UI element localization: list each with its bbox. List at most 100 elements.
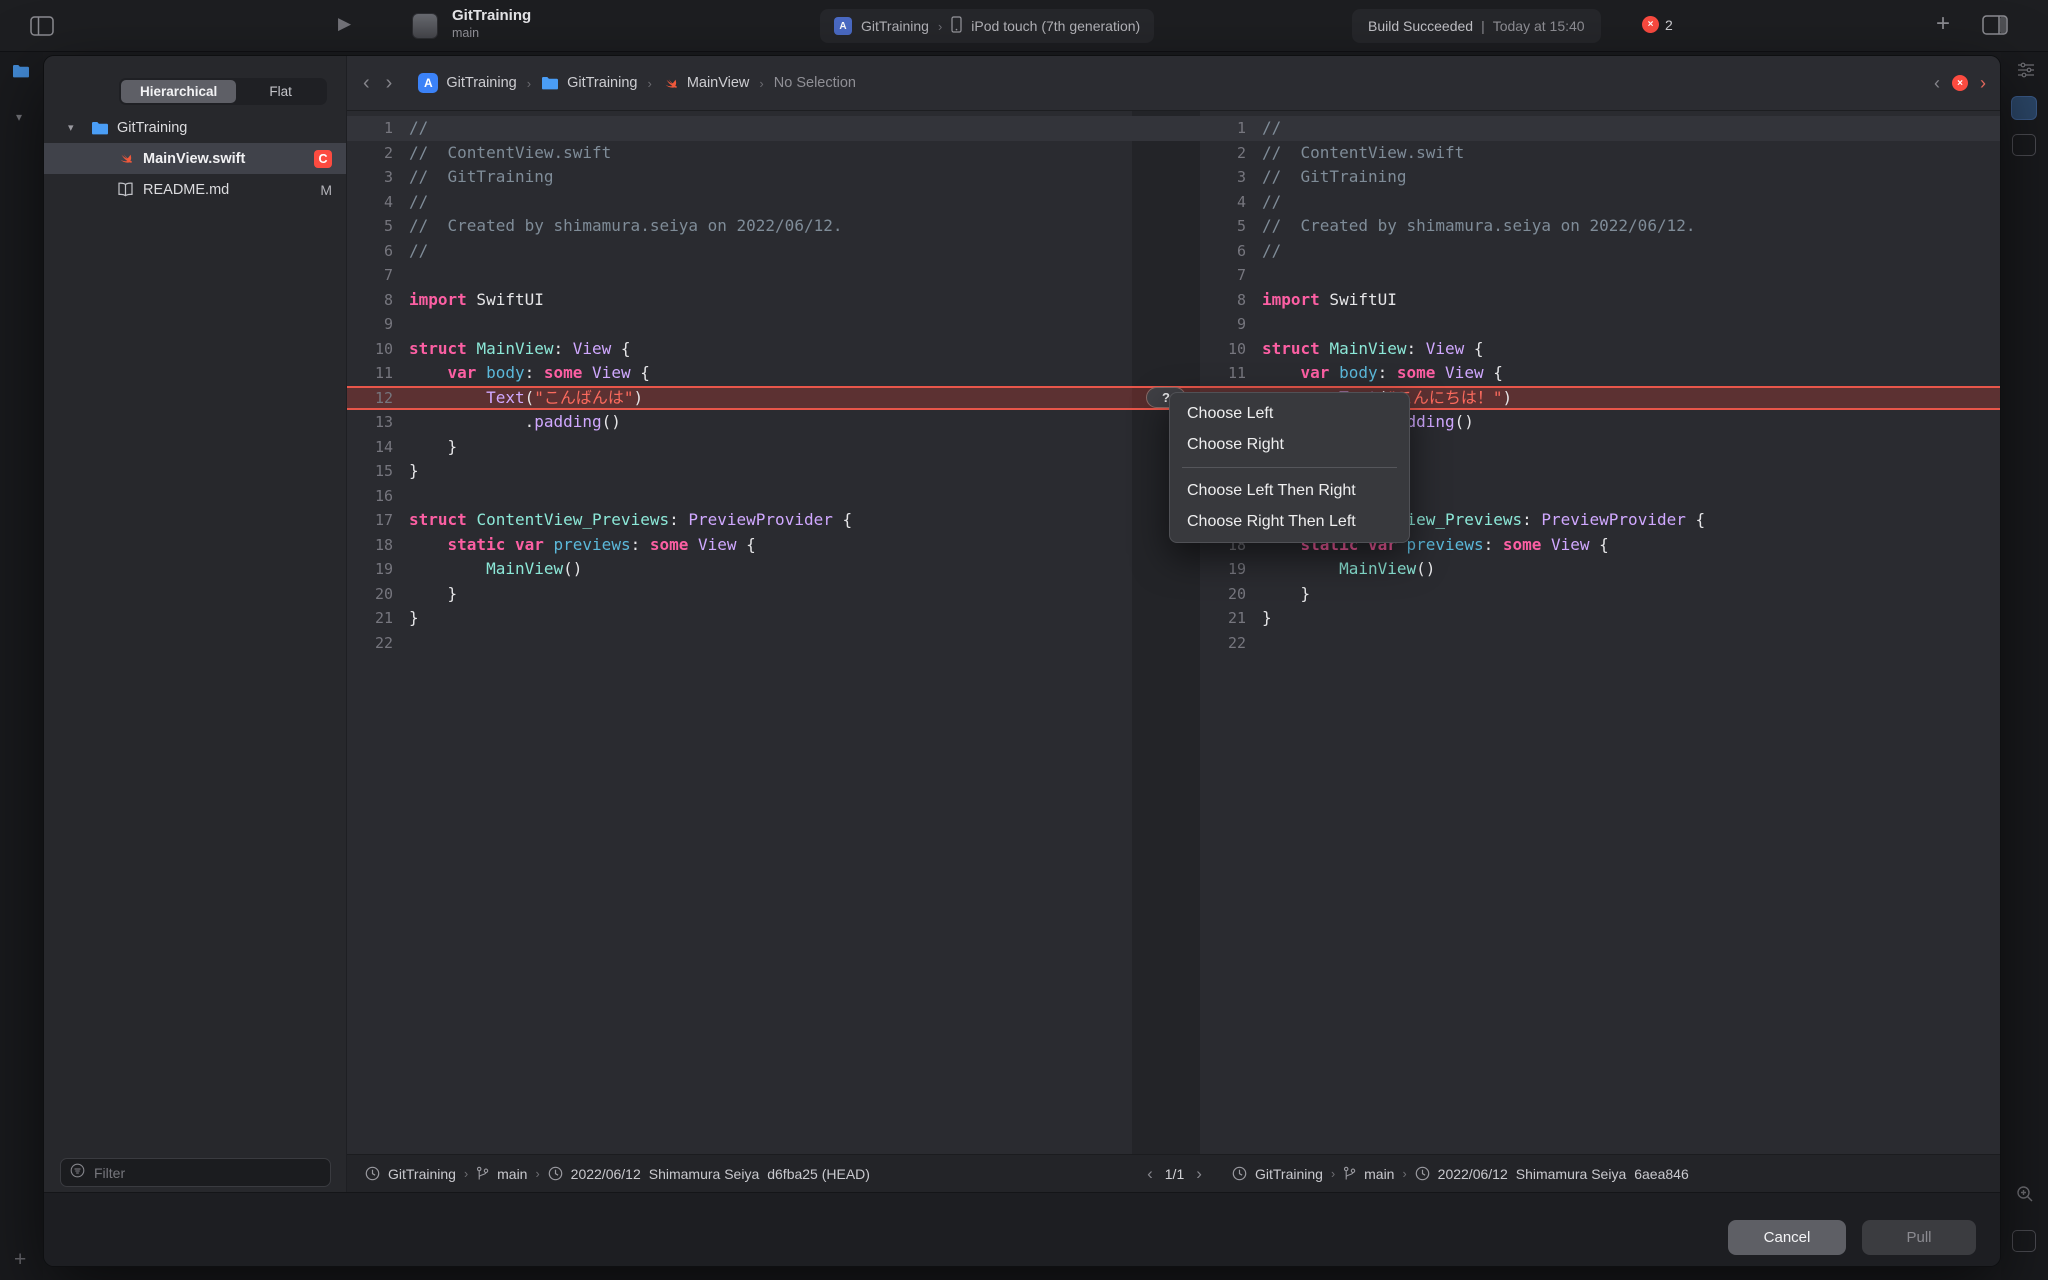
jumpbar-crumb[interactable]: MainView (687, 75, 750, 91)
editor-pane-right[interactable]: 1//2// ContentView.swift 3// GitTraining 4… (1200, 111, 2000, 1154)
code-line: 18 static var previews: some View { (347, 533, 1132, 558)
chevron-sep-icon: › (937, 18, 943, 34)
chevron-sep-icon: › (1330, 1166, 1336, 1181)
inspector-active-icon[interactable] (2011, 96, 2037, 120)
line-number: 21 (374, 609, 393, 627)
scheme-branch: main (452, 26, 480, 40)
diff-editor-area: 1//2// ContentView.swift 3// GitTraining 4… (347, 111, 2000, 1154)
segment-flat[interactable]: Flat (236, 80, 325, 103)
file-row-mainview.swift[interactable]: MainView.swift C (44, 143, 346, 174)
left-commit-date: 2022/06/12 (570, 1165, 641, 1182)
next-issue-icon[interactable]: › (1980, 73, 1986, 94)
destination-project: GitTraining (861, 18, 929, 34)
jumpbar-crumb[interactable]: No Selection (774, 75, 856, 91)
inspector-icon[interactable] (2012, 134, 2036, 156)
left-branch[interactable]: main (497, 1166, 527, 1182)
app-icon: A (418, 73, 439, 93)
destination-device: iPod touch (7th generation) (971, 18, 1141, 34)
line-number: 20 (1227, 584, 1246, 603)
file-row-gittraining[interactable]: ▾ GitTraining (44, 112, 346, 143)
pager-prev-icon[interactable]: ‹ (1147, 1164, 1153, 1184)
error-count-badge[interactable]: × 2 (1642, 16, 1673, 33)
error-icon: × (1642, 16, 1659, 33)
line-number: 19 (1227, 560, 1246, 578)
line-number: 9 (1236, 315, 1246, 333)
run-button[interactable]: ▶ (338, 14, 351, 34)
folder-icon (541, 76, 559, 90)
segment-hierarchical[interactable]: Hierarchical (121, 80, 237, 103)
toolbar: ▶ GitTraining main A GitTraining › iPod … (0, 0, 2048, 52)
folder-icon (90, 121, 109, 135)
line-number: 11 (374, 364, 393, 382)
editor-options-icon[interactable] (1982, 15, 2008, 40)
code-line: 4// (1200, 190, 2000, 215)
menu-item-choose-left[interactable]: Choose Left (1170, 398, 1409, 429)
menu-item-choose-right-then-left[interactable]: Choose Right Then Left (1170, 506, 1409, 537)
disclosure-chevron-icon[interactable]: ▾ (16, 110, 22, 124)
pager-next-icon[interactable]: › (1196, 1164, 1202, 1184)
line-number: 6 (1236, 241, 1246, 260)
line-number: 11 (1227, 364, 1246, 382)
run-destination[interactable]: A GitTraining › iPod touch (7th generati… (820, 9, 1155, 43)
code-line: 11 var body: some View { (1200, 361, 2000, 386)
menu-item-choose-right[interactable]: Choose Right (1170, 429, 1409, 460)
cancel-button[interactable]: Cancel (1728, 1220, 1846, 1255)
line-number: 18 (374, 535, 393, 554)
jumpbar-crumb[interactable]: GitTraining (567, 75, 637, 91)
right-commit-info: GitTraining › main › 2022/06/12 Shimamur… (1232, 1155, 1689, 1192)
chevron-sep-icon: › (1402, 1166, 1407, 1181)
line-number: 3 (383, 168, 393, 186)
disclosure-chevron-icon[interactable]: ▾ (68, 121, 82, 134)
line-number: 21 (1227, 609, 1246, 627)
chevron-sep-icon: › (535, 1166, 540, 1181)
code-line: 19 MainView() (1200, 557, 2000, 582)
issue-error-icon[interactable]: × (1952, 75, 1968, 91)
activity-view[interactable]: Build Succeeded | Today at 15:40 (1352, 9, 1601, 43)
zoom-icon[interactable] (2016, 1185, 2034, 1208)
code-line: 7 (347, 263, 1132, 288)
filter-input[interactable] (92, 1163, 321, 1182)
build-time: Today at 15:40 (1492, 18, 1585, 34)
clock-icon (548, 1166, 563, 1181)
pull-button[interactable]: Pull (1862, 1220, 1976, 1255)
clock-icon (1415, 1166, 1430, 1181)
editor-pane-left[interactable]: 1//2// ContentView.swift 3// GitTraining 4… (347, 111, 1132, 1154)
view-mode-segmented-control: Hierarchical Flat (119, 78, 327, 105)
code-line: 19 MainView() (347, 557, 1132, 582)
left-project[interactable]: GitTraining (388, 1166, 456, 1182)
scheme-selector[interactable]: GitTraining main (452, 7, 531, 41)
code-line: 4// (347, 190, 1132, 215)
file-row-readme.md[interactable]: README.md M (44, 174, 346, 205)
navigator-toggle-icon[interactable] (30, 16, 54, 41)
library-plus-icon[interactable]: + (1936, 10, 1950, 38)
editor-mode-icon[interactable] (2012, 1230, 2036, 1252)
project-navigator-folder-icon[interactable] (12, 64, 30, 83)
code-line: 6// (347, 239, 1132, 264)
filter-field[interactable] (60, 1158, 331, 1187)
chevron-sep-icon: › (463, 1166, 469, 1181)
menu-separator (1182, 467, 1397, 468)
file-label: GitTraining (117, 119, 188, 136)
sliders-icon[interactable] (2017, 62, 2035, 83)
right-project[interactable]: GitTraining (1255, 1166, 1323, 1182)
line-number: 15 (374, 462, 393, 480)
line-number: 1 (1236, 119, 1246, 137)
prev-issue-icon[interactable]: ‹ (1934, 73, 1940, 94)
back-chevron-icon[interactable]: ‹ (363, 72, 370, 95)
underlying-inspector-strip (2001, 52, 2048, 1280)
source-control-pull-sheet: Hierarchical Flat ▾ GitTraining MainView.sw… (43, 55, 2001, 1267)
right-branch[interactable]: main (1364, 1166, 1394, 1182)
code-line: 15} (347, 459, 1132, 484)
line-number: 9 (383, 315, 393, 333)
forward-chevron-icon[interactable]: › (386, 72, 393, 95)
menu-item-choose-left-then-right[interactable]: Choose Left Then Right (1170, 475, 1409, 506)
filter-icon (70, 1163, 85, 1183)
code-line: 6// (1200, 239, 2000, 264)
code-line: 14 } (347, 435, 1132, 460)
scheme-app-icon[interactable] (412, 13, 438, 39)
code-line: 2// ContentView.swift (347, 141, 1132, 166)
sheet-footer: Cancel Pull (44, 1192, 2000, 1266)
jumpbar-crumb[interactable]: GitTraining (446, 75, 516, 91)
add-file-icon[interactable]: + (14, 1248, 26, 1272)
pager-value: 1/1 (1164, 1165, 1185, 1182)
